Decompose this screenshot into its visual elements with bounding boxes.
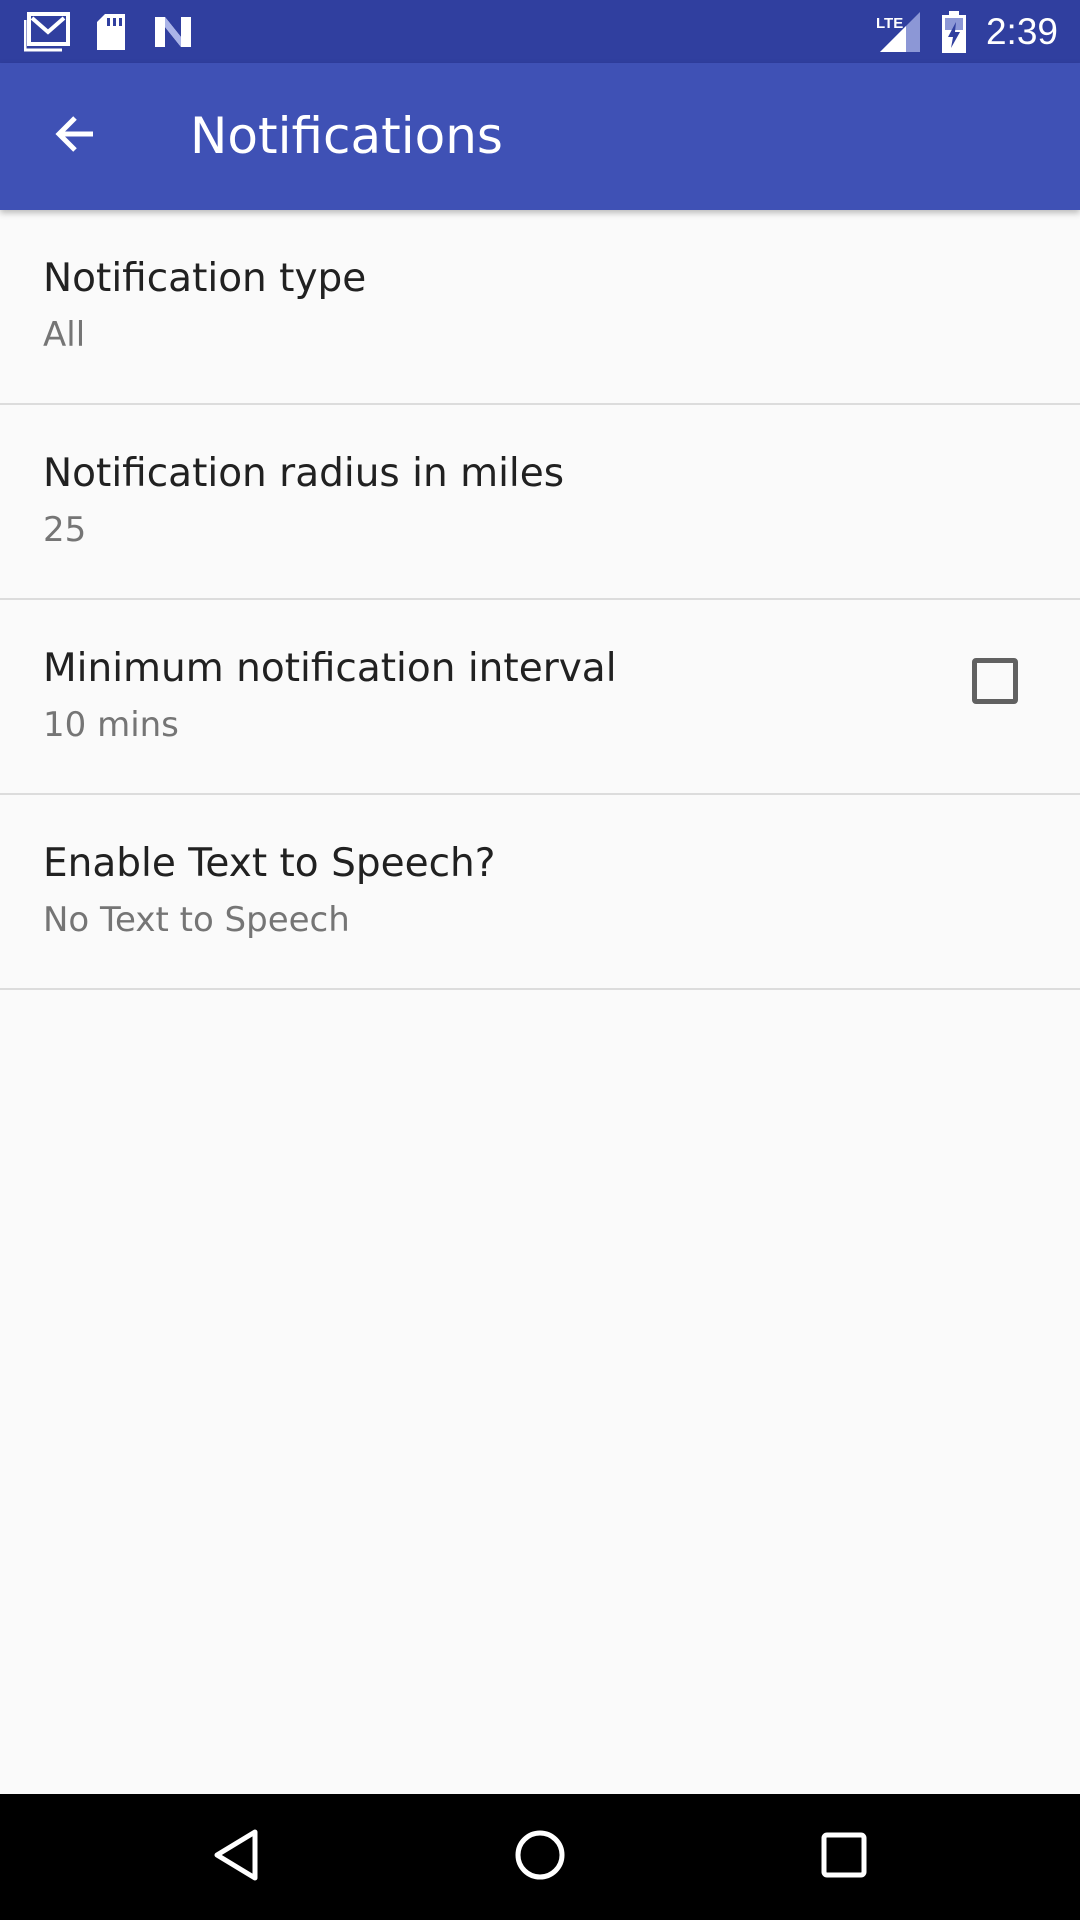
gmail-icon: [24, 0, 70, 63]
home-circle-icon: [514, 1829, 566, 1885]
pref-title: Enable Text to Speech?: [43, 841, 496, 886]
nav-home-button[interactable]: [495, 1812, 585, 1902]
pref-summary: 25: [43, 510, 87, 550]
pref-title: Notification radius in miles: [43, 451, 565, 496]
page-title: Notifications: [190, 107, 503, 165]
arrow-back-icon: [51, 110, 99, 162]
app-bar: Notifications: [0, 63, 1080, 210]
back-triangle-icon: [211, 1828, 261, 1886]
pref-notification-radius[interactable]: Notification radius in miles 25: [0, 405, 1080, 600]
pref-summary: All: [43, 315, 86, 355]
text-to-speech-checkbox[interactable]: [972, 658, 1018, 704]
status-bar: LTE 2:39: [0, 0, 1080, 63]
recents-square-icon: [820, 1831, 868, 1883]
pref-title: Notification type: [43, 256, 367, 301]
nav-back-button[interactable]: [191, 1812, 281, 1902]
n-app-icon: [153, 0, 193, 63]
system-nav-bar: [0, 1794, 1080, 1920]
pref-notification-type[interactable]: Notification type All: [0, 210, 1080, 405]
nav-recents-button[interactable]: [799, 1812, 889, 1902]
preference-list: Notification type All Notification radiu…: [0, 210, 1080, 990]
pref-summary: 10 mins: [43, 705, 179, 745]
battery-charging-icon: [941, 0, 967, 63]
network-label: LTE: [876, 15, 903, 32]
back-button[interactable]: [30, 91, 120, 181]
pref-summary: No Text to Speech: [43, 900, 350, 940]
sd-card-icon: [95, 0, 127, 63]
pref-title: Minimum notification interval: [43, 646, 617, 691]
signal-icon: LTE: [874, 0, 922, 63]
pref-min-notification-interval[interactable]: Minimum notification interval 10 mins: [0, 600, 1080, 795]
pref-text-to-speech[interactable]: Enable Text to Speech? No Text to Speech: [0, 795, 1080, 990]
status-time: 2:39: [985, 11, 1058, 52]
